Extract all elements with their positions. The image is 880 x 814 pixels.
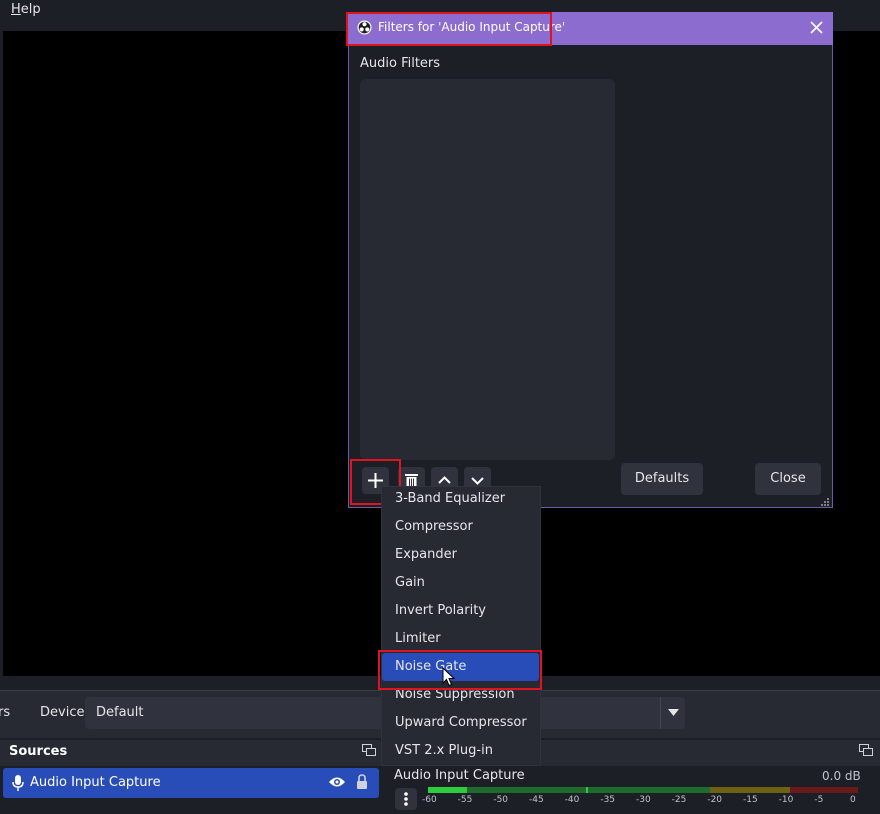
close-button[interactable]: Close: [755, 463, 821, 495]
device-select-value: Default: [96, 705, 144, 720]
close-icon[interactable]: [810, 21, 823, 38]
meter-tick-label: -5: [814, 795, 824, 805]
chevron-down-icon: [668, 709, 679, 716]
lock-icon[interactable]: [356, 774, 368, 794]
menu-item-expander[interactable]: Expander: [395, 547, 457, 562]
device-select-arrow[interactable]: [660, 697, 685, 729]
device-label: Device: [40, 705, 85, 720]
menu-item-invert-polarity[interactable]: Invert Polarity: [395, 603, 486, 618]
menu-item-upward-compressor[interactable]: Upward Compressor: [395, 715, 527, 730]
menu-help[interactable]: Help: [11, 2, 41, 17]
meter-tick-label: -25: [671, 795, 687, 805]
sources-title: Sources: [9, 744, 68, 759]
volume-meter-fill: [428, 787, 467, 793]
undock-icon[interactable]: [859, 744, 873, 760]
meter-tick-label: 0: [850, 795, 856, 805]
mixer-level-db: 0.0 dB: [822, 769, 861, 783]
volume-meter: [428, 787, 858, 793]
properties-button-fragment[interactable]: rs: [0, 705, 10, 720]
meter-tick-label: -50: [493, 795, 509, 805]
volume-meter-scale: -60 -55 -50 -45 -40 -35 -30 -25 -20 -15 -10 -5 0: [422, 795, 864, 807]
highlight-box-noise-gate: [378, 650, 542, 690]
audio-filters-list[interactable]: [360, 79, 615, 460]
meter-tick-label: -45: [529, 795, 544, 805]
mixer-options-button[interactable]: [395, 788, 417, 810]
meter-tick-label: -30: [636, 795, 651, 805]
vertical-dots-icon: [404, 792, 408, 806]
menu-item-compressor[interactable]: Compressor: [395, 519, 473, 534]
microphone-icon: [12, 775, 24, 795]
meter-tick-label: -10: [778, 795, 794, 805]
menu-item-3-band-equalizer[interactable]: 3-Band Equalizer: [395, 491, 505, 506]
resize-grip-icon[interactable]: [820, 496, 830, 511]
meter-tick-label: -55: [457, 795, 473, 805]
meter-tick-label: -20: [707, 795, 723, 805]
meter-tick-label: -15: [743, 795, 758, 805]
menu-item-limiter[interactable]: Limiter: [395, 631, 441, 646]
source-item-label: Audio Input Capture: [30, 775, 161, 790]
menu-item-vst-plugin[interactable]: VST 2.x Plug-in: [395, 743, 493, 758]
menu-item-gain[interactable]: Gain: [395, 575, 425, 590]
mouse-cursor-icon: [442, 666, 456, 691]
mixer-source-name: Audio Input Capture: [394, 768, 525, 783]
audio-filters-label: Audio Filters: [360, 56, 441, 71]
defaults-button[interactable]: Defaults: [621, 463, 703, 495]
meter-tick-label: -40: [564, 795, 580, 805]
meter-tick-label: -60: [422, 795, 437, 805]
highlight-box-title: [346, 12, 552, 46]
undock-icon[interactable]: [362, 744, 376, 760]
eye-icon[interactable]: [329, 776, 345, 792]
meter-tick-label: -35: [600, 795, 616, 805]
